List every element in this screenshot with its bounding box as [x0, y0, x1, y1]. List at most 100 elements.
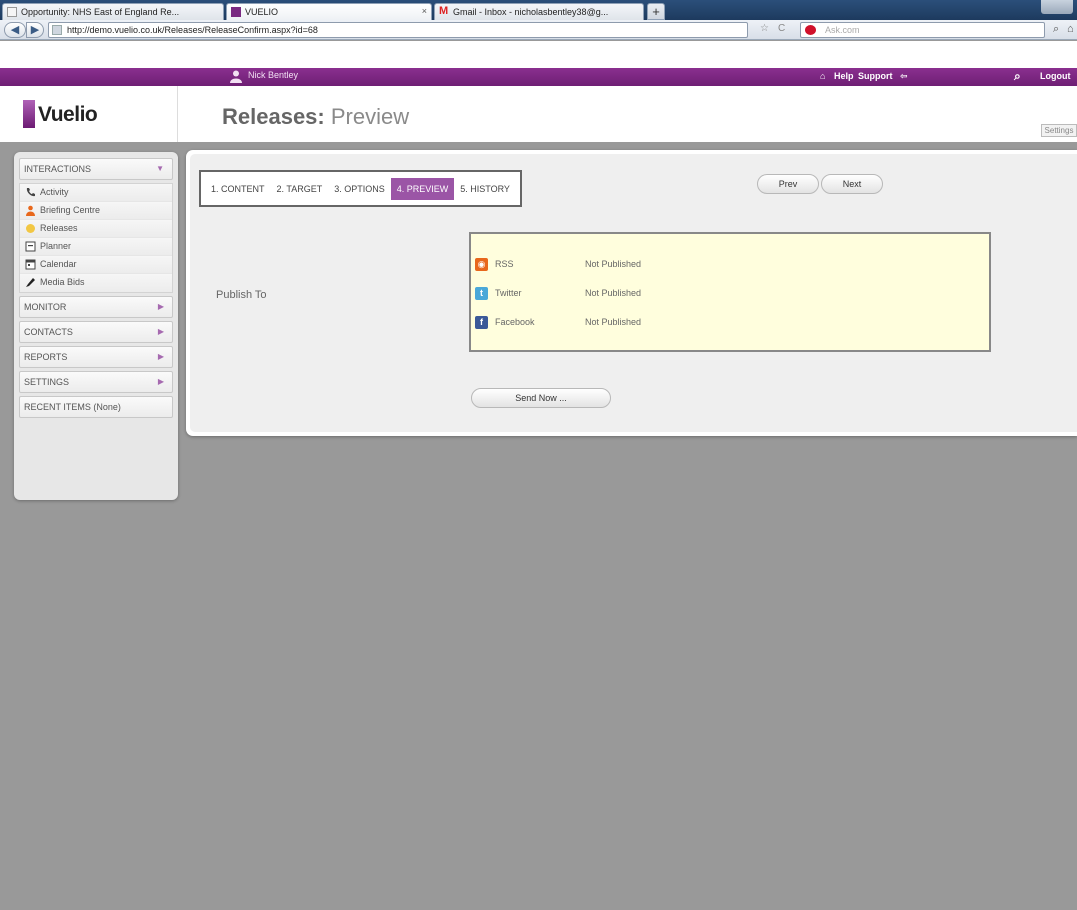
channel-status: Not Published: [585, 317, 642, 327]
logout-link[interactable]: Logout: [1040, 71, 1071, 81]
chevron-right-icon: ▶: [157, 327, 164, 336]
search-input[interactable]: Ask.com: [800, 22, 1045, 38]
sidebar-item-label: Media Bids: [40, 277, 85, 287]
channel-status: Not Published: [585, 288, 642, 298]
tab-label: VUELIO: [245, 7, 279, 17]
wizard-steps: 1. CONTENT 2. TARGET 3. OPTIONS 4. PREVI…: [199, 170, 522, 207]
main-panel-content: 1. CONTENT 2. TARGET 3. OPTIONS 4. PREVI…: [190, 154, 1077, 432]
chevron-right-icon: ▶: [157, 377, 164, 386]
app-header: Vuelio Releases: Preview Settings: [0, 86, 1077, 142]
sidebar-item-label: Activity: [40, 187, 69, 197]
new-tab-button[interactable]: +: [647, 3, 665, 20]
pen-icon: [26, 278, 35, 287]
rss-icon: ◉: [475, 258, 488, 271]
channel-name: RSS: [495, 259, 514, 269]
wizard-step-target[interactable]: 2. TARGET: [271, 178, 329, 200]
vuelio-logo-icon: [23, 100, 35, 128]
wizard-step-preview[interactable]: 4. PREVIEW: [390, 177, 455, 200]
app-top-bar: Nick Bentley ⌂ Help Support ⇦ ⌕ Logout: [0, 68, 1077, 86]
search-icon[interactable]: ⌕: [1053, 23, 1059, 36]
page-top-strip: [0, 41, 1077, 68]
send-now-button[interactable]: Send Now ...: [471, 388, 611, 408]
wizard-step-history[interactable]: 5. HISTORY: [454, 178, 516, 200]
sidebar-section-settings[interactable]: SETTINGS ▶: [19, 371, 173, 393]
logo[interactable]: Vuelio: [0, 86, 178, 142]
sidebar-section-monitor[interactable]: MONITOR ▶: [19, 296, 173, 318]
url-text: http://demo.vuelio.co.uk/Releases/Releas…: [67, 25, 318, 35]
publish-to-label: Publish To: [216, 289, 267, 301]
sidebar-item-calendar[interactable]: Calendar: [20, 256, 172, 274]
site-identity-icon: [52, 25, 62, 35]
sidebar-item-releases[interactable]: Releases: [20, 220, 172, 238]
bookmark-star-icon[interactable]: ☆: [760, 23, 769, 34]
main-panel: 1. CONTENT 2. TARGET 3. OPTIONS 4. PREVI…: [186, 150, 1077, 436]
sidebar-section-label: INTERACTIONS: [24, 164, 92, 174]
briefing-icon: [26, 205, 35, 216]
tab-label: Opportunity: NHS East of England Re...: [21, 7, 180, 17]
browser-tab-vuelio[interactable]: VUELIO ×: [226, 3, 432, 20]
close-icon[interactable]: ×: [422, 6, 427, 16]
sidebar-section-label: RECENT ITEMS (None): [24, 402, 121, 412]
page-title: Releases: Preview: [222, 104, 409, 130]
next-button[interactable]: Next: [821, 174, 883, 194]
window-controls[interactable]: [1041, 0, 1073, 14]
sidebar-section-interactions[interactable]: INTERACTIONS ▼: [19, 158, 173, 180]
address-bar[interactable]: http://demo.vuelio.co.uk/Releases/Releas…: [48, 22, 748, 38]
sidebar-item-briefing-centre[interactable]: Briefing Centre: [20, 202, 172, 220]
phone-icon: [26, 188, 35, 197]
gmail-icon: M: [439, 5, 449, 17]
sidebar-section-contacts[interactable]: CONTACTS ▶: [19, 321, 173, 343]
chevron-right-icon: ▶: [157, 302, 164, 311]
browser-tab-gmail[interactable]: M Gmail - Inbox - nicholasbentley38@g...: [434, 3, 644, 20]
sidebar-section-label: CONTACTS: [24, 327, 73, 337]
publish-channels-box: ◉ RSS Not Published t Twitter Not Publis…: [469, 232, 991, 352]
user-name[interactable]: Nick Bentley: [248, 70, 298, 80]
reload-icon[interactable]: C: [778, 23, 785, 34]
forward-button[interactable]: ▶: [26, 22, 44, 38]
browser-tab-bar: Opportunity: NHS East of England Re... V…: [0, 0, 1077, 20]
channel-name: Twitter: [495, 288, 522, 298]
wizard-step-options[interactable]: 3. OPTIONS: [328, 178, 391, 200]
page-title-sub: Preview: [330, 104, 410, 129]
vuelio-favicon-icon: [231, 7, 241, 17]
wizard-step-content[interactable]: 1. CONTENT: [205, 178, 271, 200]
home-icon[interactable]: ⌂: [1067, 23, 1074, 35]
sidebar-item-activity[interactable]: Activity: [20, 184, 172, 202]
tab-label: Gmail - Inbox - nicholasbentley38@g...: [453, 7, 609, 17]
sidebar-section-label: REPORTS: [24, 352, 68, 362]
help-link[interactable]: Help: [834, 71, 854, 81]
twitter-icon: t: [475, 287, 488, 300]
ask-engine-icon[interactable]: [805, 25, 816, 35]
sidebar-submenu: Activity Briefing Centre Releases Planne…: [19, 183, 173, 293]
sidebar: INTERACTIONS ▼ Activity Briefing Centre …: [14, 152, 178, 500]
sidebar-section-label: SETTINGS: [24, 377, 70, 387]
browser-nav-bar: ◀ ▶ http://demo.vuelio.co.uk/Releases/Re…: [0, 20, 1077, 40]
signout-icon[interactable]: ⇦: [900, 71, 908, 82]
page-icon: [7, 7, 17, 17]
sidebar-item-planner[interactable]: Planner: [20, 238, 172, 256]
page-title-main: Releases:: [222, 104, 325, 129]
home-icon[interactable]: ⌂: [820, 71, 825, 81]
sidebar-item-media-bids[interactable]: Media Bids: [20, 274, 172, 292]
search-icon[interactable]: ⌕: [1014, 69, 1021, 84]
settings-tab[interactable]: Settings: [1041, 124, 1077, 137]
sidebar-item-label: Briefing Centre: [40, 205, 101, 215]
user-icon: [230, 70, 242, 83]
sidebar-item-label: Releases: [40, 223, 78, 233]
search-placeholder: Ask.com: [825, 25, 860, 35]
browser-tab-opportunity[interactable]: Opportunity: NHS East of England Re...: [2, 3, 224, 20]
sidebar-section-label: MONITOR: [24, 302, 67, 312]
channel-name: Facebook: [495, 317, 535, 327]
facebook-icon: f: [475, 316, 488, 329]
logo-text: Vuelio: [38, 103, 98, 126]
prev-button[interactable]: Prev: [757, 174, 819, 194]
releases-icon: [26, 224, 35, 233]
back-button[interactable]: ◀: [4, 22, 26, 38]
channel-status: Not Published: [585, 259, 642, 269]
sidebar-item-label: Planner: [40, 241, 72, 251]
chevron-down-icon: ▼: [156, 164, 164, 173]
sidebar-section-reports[interactable]: REPORTS ▶: [19, 346, 173, 368]
support-link[interactable]: Support: [858, 71, 893, 81]
sidebar-recent-items[interactable]: RECENT ITEMS (None): [19, 396, 173, 418]
calendar-icon: [25, 259, 36, 270]
